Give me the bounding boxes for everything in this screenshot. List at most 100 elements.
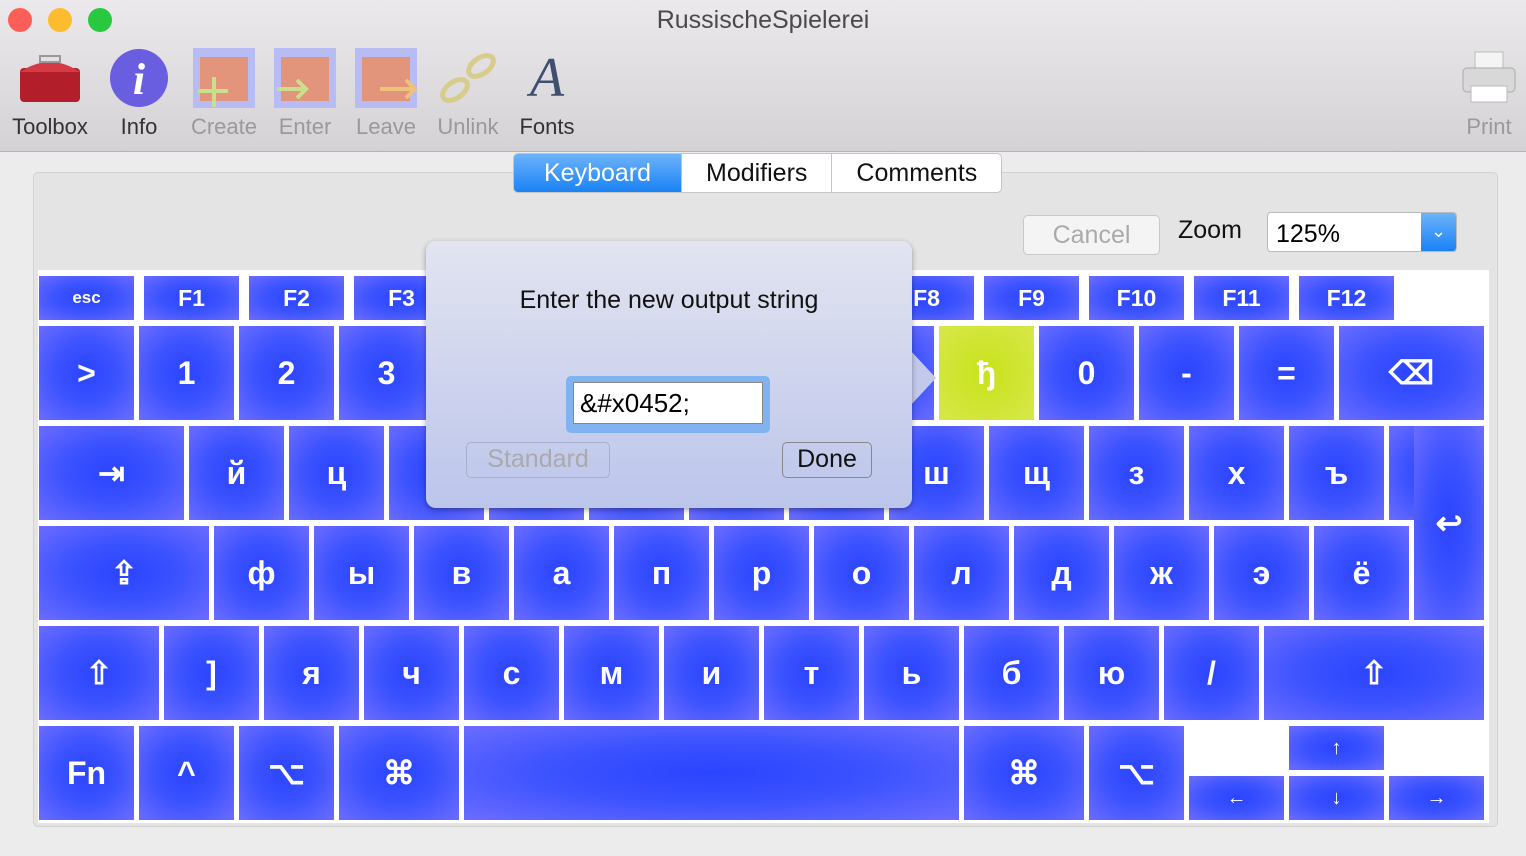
key[interactable]: 3 — [339, 326, 434, 420]
popover-prompt: Enter the new output string — [519, 286, 819, 314]
output-string-input[interactable] — [573, 382, 763, 424]
key[interactable]: F11 — [1194, 276, 1289, 320]
key[interactable]: F2 — [249, 276, 344, 320]
key[interactable]: т — [764, 626, 859, 720]
key[interactable]: л — [914, 526, 1009, 620]
leave-label: Leave — [356, 114, 416, 139]
key[interactable]: ↑ — [1289, 726, 1384, 770]
chevron-down-icon: ⌄ — [1421, 213, 1456, 251]
info-icon: i — [104, 44, 174, 112]
key[interactable]: ⇪ — [39, 526, 209, 620]
svg-text:i: i — [133, 55, 146, 104]
key[interactable]: ⌘ — [339, 726, 459, 820]
key[interactable]: > — [39, 326, 134, 420]
key[interactable]: ц — [289, 426, 384, 520]
key[interactable]: F1 — [144, 276, 239, 320]
key[interactable]: а — [514, 526, 609, 620]
key[interactable]: ђ — [939, 326, 1034, 420]
key[interactable]: = — [1239, 326, 1334, 420]
key[interactable]: - — [1139, 326, 1234, 420]
key[interactable]: б — [964, 626, 1059, 720]
tab-bar: Keyboard Modifiers Comments — [513, 153, 1003, 193]
broken-chain-icon — [432, 44, 504, 112]
key[interactable]: з — [1089, 426, 1184, 520]
key[interactable]: ю — [1064, 626, 1159, 720]
key[interactable]: ] — [164, 626, 259, 720]
print-label: Print — [1466, 114, 1512, 139]
create-button[interactable]: Create — [186, 44, 262, 140]
key[interactable]: э — [1214, 526, 1309, 620]
tab-keyboard[interactable]: Keyboard — [514, 154, 681, 192]
key[interactable]: ⇧ — [39, 626, 159, 720]
title-bar: RussischeSpielerei Toolbox i Info Create… — [0, 0, 1526, 152]
enter-button[interactable]: Enter — [270, 44, 340, 140]
key[interactable]: 0 — [1039, 326, 1134, 420]
key[interactable]: п — [614, 526, 709, 620]
key[interactable]: я — [264, 626, 359, 720]
key[interactable]: й — [189, 426, 284, 520]
key[interactable]: в — [414, 526, 509, 620]
key[interactable]: F9 — [984, 276, 1079, 320]
key[interactable]: ч — [364, 626, 459, 720]
output-string-field[interactable] — [566, 376, 770, 433]
tab-modifiers[interactable]: Modifiers — [681, 154, 831, 192]
cancel-button[interactable]: Cancel — [1023, 215, 1160, 255]
key[interactable]: ъ — [1289, 426, 1384, 520]
toolbox-label: Toolbox — [12, 114, 88, 139]
key[interactable]: ы — [314, 526, 409, 620]
toolbox-button[interactable]: Toolbox — [6, 44, 94, 140]
key[interactable]: ↓ — [1289, 776, 1384, 820]
key[interactable]: р — [714, 526, 809, 620]
zoom-select[interactable]: 125% ⌄ — [1267, 212, 1457, 252]
key[interactable]: ⌘ — [964, 726, 1084, 820]
key[interactable]: ф — [214, 526, 309, 620]
key[interactable]: ⌥ — [239, 726, 334, 820]
leave-button[interactable]: Leave — [350, 44, 422, 140]
key[interactable]: д — [1014, 526, 1109, 620]
key[interactable]: F12 — [1299, 276, 1394, 320]
key[interactable] — [464, 726, 959, 820]
key[interactable]: Fn — [39, 726, 134, 820]
key[interactable]: ↩ — [1414, 426, 1484, 620]
info-button[interactable]: i Info — [104, 44, 174, 140]
key[interactable]: esc — [39, 276, 134, 320]
unlink-button[interactable]: Unlink — [432, 44, 504, 140]
key[interactable]: ⌫ — [1339, 326, 1484, 420]
key[interactable]: ^ — [139, 726, 234, 820]
standard-button[interactable]: Standard — [466, 442, 610, 478]
key[interactable]: ж — [1114, 526, 1209, 620]
font-icon: A — [529, 47, 565, 109]
leave-icon — [350, 44, 422, 112]
info-label: Info — [120, 114, 158, 139]
enter-label: Enter — [278, 114, 332, 139]
print-button[interactable]: Print — [1458, 44, 1520, 140]
fonts-button[interactable]: A Fonts — [514, 44, 580, 140]
key[interactable]: м — [564, 626, 659, 720]
key[interactable]: ь — [864, 626, 959, 720]
key[interactable]: щ — [989, 426, 1084, 520]
key[interactable]: ⇧ — [1264, 626, 1484, 720]
key[interactable]: ⇥ — [39, 426, 184, 520]
create-icon — [186, 44, 262, 112]
key[interactable]: и — [664, 626, 759, 720]
create-label: Create — [190, 114, 258, 139]
enter-icon — [270, 44, 340, 112]
printer-icon — [1458, 44, 1520, 112]
fonts-label: Fonts — [519, 114, 575, 139]
key[interactable]: 2 — [239, 326, 334, 420]
zoom-label: Zoom — [1178, 216, 1242, 244]
key[interactable]: с — [464, 626, 559, 720]
key[interactable]: / — [1164, 626, 1259, 720]
key[interactable]: о — [814, 526, 909, 620]
key[interactable]: х — [1189, 426, 1284, 520]
unlink-label: Unlink — [437, 114, 499, 139]
done-button[interactable]: Done — [782, 442, 872, 478]
key[interactable]: ← — [1189, 776, 1284, 820]
tab-comments[interactable]: Comments — [831, 154, 1001, 192]
key[interactable]: → — [1389, 776, 1484, 820]
key[interactable]: ё — [1314, 526, 1409, 620]
output-string-popover: Enter the new output string Standard Don… — [426, 241, 912, 508]
key[interactable]: F10 — [1089, 276, 1184, 320]
key[interactable]: 1 — [139, 326, 234, 420]
key[interactable]: ⌥ — [1089, 726, 1184, 820]
